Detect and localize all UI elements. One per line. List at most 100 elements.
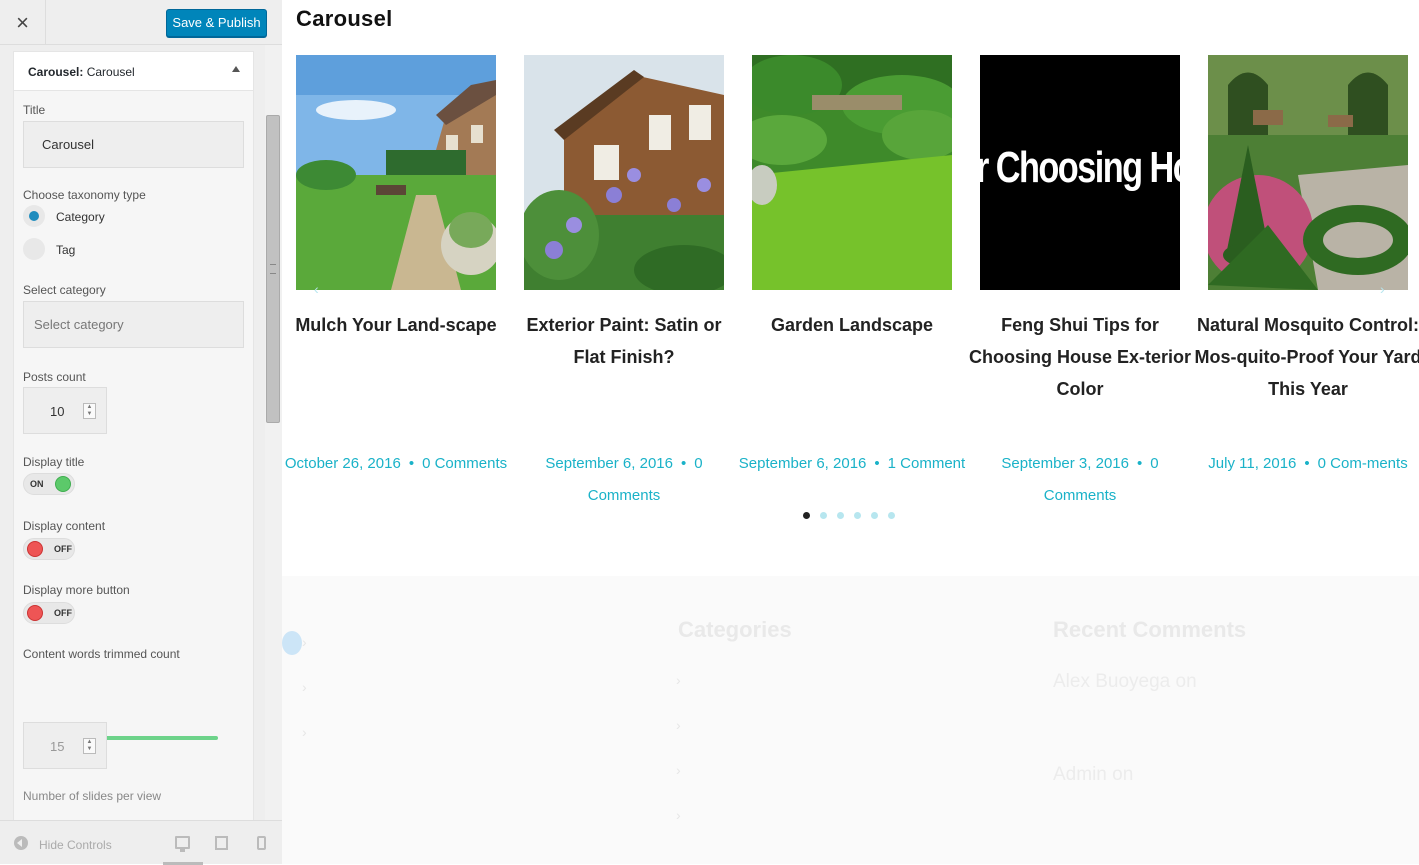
radio-tag[interactable] — [23, 238, 45, 260]
carousel-dot[interactable] — [820, 512, 827, 519]
posts-count-value: 10 — [50, 404, 65, 419]
toggle-knob — [55, 476, 71, 492]
posts-count-stepper[interactable]: 10 ▲ ▼ — [23, 387, 107, 434]
display-content-label: Display content — [23, 519, 106, 533]
slide-title[interactable]: Garden Landscape — [738, 309, 966, 341]
chevron-right-icon: › — [676, 762, 681, 778]
sidebar-scrollbar[interactable] — [265, 45, 282, 820]
spinner-arrows-icon[interactable]: ▲ ▼ — [83, 738, 96, 754]
carousel-dot[interactable] — [837, 512, 844, 519]
chevron-right-icon: › — [302, 679, 307, 695]
comment-author[interactable]: Alex Buoyega — [1053, 671, 1170, 692]
widget-body: Title Carousel Choose taxonomy type Cate… — [13, 91, 254, 820]
spinner-arrows-icon[interactable]: ▲ ▼ — [83, 403, 96, 419]
comment-on: on — [1112, 764, 1134, 785]
chevron-right-icon: › — [302, 724, 307, 740]
slide-meta: October 26, 2016 • 0 Comments — [284, 455, 508, 472]
slide-image-wooden-house-flowers[interactable] — [524, 55, 724, 290]
taxonomy-label: Choose taxonomy type — [23, 188, 146, 202]
slide-title[interactable]: Natural Mosquito Control: Mos-quito-Proo… — [1194, 309, 1419, 405]
widget-title-prefix: Carousel: — [28, 65, 84, 79]
words-trimmed-stepper[interactable]: 15 ▲ ▼ — [23, 722, 107, 769]
slide-banner-text: r Choosing Hou — [980, 143, 1180, 192]
words-trimmed-value: 15 — [50, 739, 65, 754]
toggle-state: ON — [30, 479, 44, 489]
category-label: Select category — [23, 283, 106, 297]
radio-category-label: Category — [56, 210, 105, 224]
slide-meta: September 3, 2016 • 0 Comments — [1001, 455, 1159, 504]
categories-heading: Categories — [678, 617, 792, 642]
slide-image-topiary-garden[interactable] — [1208, 55, 1408, 290]
slide-image-lawn-garden-house[interactable] — [296, 55, 496, 290]
display-content-toggle[interactable]: OFF — [23, 538, 75, 560]
recent-comments-heading: Recent Comments — [1053, 617, 1247, 642]
widget-title-name: Carousel — [86, 65, 135, 79]
close-icon[interactable]: × — [0, 0, 46, 45]
widget-title: Carousel: Carousel — [28, 65, 135, 79]
save-publish-button[interactable]: Save & Publish — [166, 9, 267, 37]
collapse-arrow-icon[interactable] — [232, 66, 240, 72]
radio-category[interactable] — [23, 205, 45, 227]
words-trimmed-label: Content words trimmed count — [23, 647, 180, 661]
slides-per-view-label: Number of slides per view — [23, 789, 162, 803]
display-more-toggle[interactable]: OFF — [23, 602, 75, 624]
mobile-icon[interactable] — [257, 836, 266, 850]
slide-date[interactable]: July 11, 2016 — [1208, 455, 1296, 472]
slide-image-text-banner[interactable]: r Choosing Hou — [980, 55, 1180, 290]
comment-on: on — [1175, 671, 1197, 692]
display-title-toggle[interactable]: ON — [23, 473, 75, 495]
slide-date[interactable]: September 6, 2016 — [545, 455, 673, 472]
slide-meta: September 6, 2016 • 0 Comments — [545, 455, 703, 504]
toggle-state: OFF — [54, 544, 72, 554]
site-footer-widgets: › › › Categories › › › › Recent Comments… — [282, 576, 1419, 864]
category-select[interactable]: Select category — [23, 301, 244, 348]
chevron-right-icon: › — [676, 672, 681, 688]
desktop-icon[interactable] — [175, 836, 190, 852]
customizer-sidebar: × Save & Publish Carousel: Carousel Titl… — [0, 0, 282, 865]
slide-title[interactable]: Mulch Your Land-scape — [282, 309, 510, 341]
display-more-label: Display more button — [23, 583, 130, 597]
hide-controls-icon[interactable] — [14, 836, 28, 850]
tablet-icon[interactable] — [215, 836, 228, 850]
toggle-knob — [27, 605, 43, 621]
comment-entry: Admin on — [1053, 764, 1133, 786]
carousel-dot[interactable] — [888, 512, 895, 519]
comment-entry: Alex Buoyega on — [1053, 671, 1197, 693]
comment-author[interactable]: Admin — [1053, 764, 1107, 785]
search-icon[interactable] — [282, 631, 302, 655]
carousel-next-arrow-icon[interactable]: › — [1380, 281, 1385, 297]
posts-count-label: Posts count — [23, 370, 86, 384]
chevron-right-icon: › — [676, 807, 681, 823]
customizer-header: × Save & Publish — [0, 0, 282, 45]
slide-comments[interactable]: 1 Comment — [888, 455, 966, 472]
slide-image-green-lawn-garden[interactable] — [752, 55, 952, 290]
carousel-prev-arrow-icon[interactable]: ‹ — [314, 281, 319, 297]
site-preview: Carousel Mulch Your Land-scape October 2… — [282, 0, 1419, 864]
title-input[interactable]: Carousel — [23, 121, 244, 168]
carousel-dot[interactable] — [871, 512, 878, 519]
carousel-dot[interactable] — [854, 512, 861, 519]
widget-header[interactable]: Carousel: Carousel — [13, 51, 254, 91]
slide-comments[interactable]: 0 Com-ments — [1318, 455, 1408, 472]
customizer-footer: Hide Controls — [0, 820, 282, 865]
carousel-heading: Carousel — [296, 6, 393, 31]
toggle-knob — [27, 541, 43, 557]
chevron-right-icon: › — [676, 717, 681, 733]
carousel-dot[interactable] — [803, 512, 810, 519]
title-label: Title — [23, 103, 46, 117]
slide-title[interactable]: Exterior Paint: Satin or Flat Finish? — [510, 309, 738, 373]
display-title-label: Display title — [23, 455, 85, 469]
radio-tag-label: Tag — [56, 243, 76, 257]
slide-comments[interactable]: 0 Comments — [422, 455, 507, 472]
toggle-state: OFF — [54, 608, 72, 618]
slide-date[interactable]: September 3, 2016 — [1001, 455, 1129, 472]
slide-date[interactable]: September 6, 2016 — [739, 455, 867, 472]
slide-meta: July 11, 2016 • 0 Com-ments — [1208, 455, 1408, 472]
slide-title[interactable]: Feng Shui Tips for Choosing House Ex-ter… — [966, 309, 1194, 405]
scrollbar-thumb[interactable] — [266, 115, 280, 423]
customizer-panel: Carousel: Carousel Title Carousel Choose… — [0, 45, 264, 820]
hide-controls-label[interactable]: Hide Controls — [39, 838, 112, 852]
slide-meta: September 6, 2016 • 1 Comment — [738, 455, 966, 472]
slide-date[interactable]: October 26, 2016 — [285, 455, 401, 472]
chevron-right-icon: › — [302, 634, 307, 650]
